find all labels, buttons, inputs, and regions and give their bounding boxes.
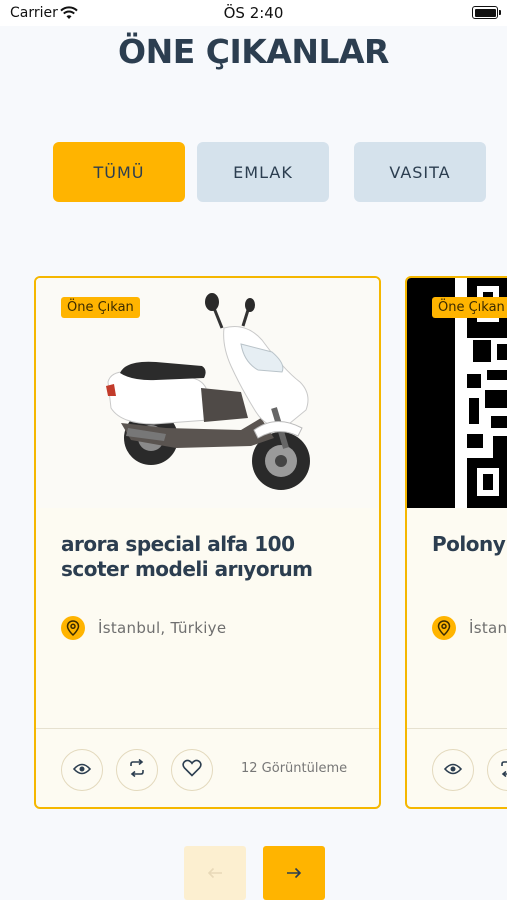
listing-location: İstan — [432, 615, 507, 641]
eye-icon — [443, 761, 463, 780]
card-divider — [36, 728, 379, 729]
listing-card[interactable]: Öne Çıkan arora special alfa 100 scoter … — [34, 276, 381, 809]
view-count: 12 Görüntüleme — [241, 761, 348, 776]
page-title: ÖNE ÇIKANLAR — [118, 32, 389, 71]
compare-button[interactable] — [487, 749, 507, 791]
next-page-button[interactable] — [263, 846, 325, 900]
listing-title[interactable]: Polony — [432, 532, 507, 557]
compare-icon — [499, 759, 507, 781]
eye-icon — [72, 761, 92, 780]
compare-icon — [128, 758, 146, 781]
location-pin-icon — [432, 616, 456, 640]
featured-listings-carousel: Öne Çıkan arora special alfa 100 scoter … — [34, 276, 507, 811]
compare-button[interactable] — [116, 749, 158, 791]
previous-page-button[interactable] — [184, 846, 246, 900]
location-text: İstan — [469, 619, 507, 637]
featured-badge: Öne Çıkan — [61, 297, 140, 318]
tab-vehicle[interactable]: VASITA — [354, 142, 486, 202]
arrow-right-icon — [286, 864, 302, 883]
tab-all[interactable]: TÜMÜ — [53, 142, 185, 202]
tab-real-estate[interactable]: EMLAK — [197, 142, 329, 202]
listing-location: İstanbul, Türkiye — [61, 615, 226, 641]
card-divider — [407, 728, 507, 729]
clock: ÖS 2:40 — [223, 4, 284, 22]
status-bar: Carrier ÖS 2:40 — [0, 0, 507, 26]
location-text: İstanbul, Türkiye — [98, 619, 227, 637]
arrow-left-icon — [207, 864, 223, 883]
view-button[interactable] — [432, 749, 474, 791]
battery-icon — [472, 6, 501, 19]
listing-title[interactable]: arora special alfa 100 scoter modeli arı… — [61, 532, 361, 582]
category-tabs: TÜMÜ EMLAK VASITA — [53, 142, 507, 202]
location-pin-icon — [61, 616, 85, 640]
featured-badge: Öne Çıkan — [432, 297, 507, 318]
listing-card[interactable]: Öne Çıkan Polony İstan — [405, 276, 507, 809]
favorite-button[interactable] — [171, 749, 213, 791]
heart-icon — [182, 759, 202, 781]
view-button[interactable] — [61, 749, 103, 791]
